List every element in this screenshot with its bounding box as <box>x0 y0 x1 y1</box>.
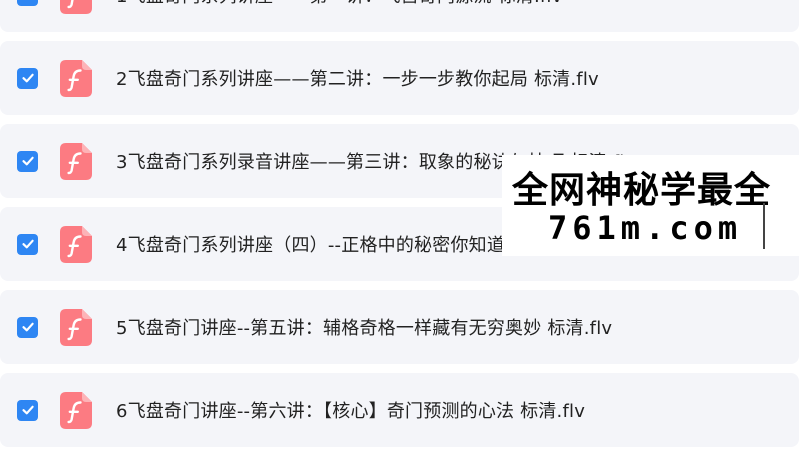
list-item[interactable]: 2飞盘奇门系列讲座——第二讲：一步一步教你起局 标清.flv <box>0 41 799 115</box>
checkbox[interactable] <box>17 233 38 255</box>
list-item[interactable]: 5飞盘奇门讲座--第五讲：辅格奇格一样藏有无穷奥妙 标清.flv <box>0 290 799 364</box>
checkmark-icon <box>21 0 35 2</box>
flash-file-icon <box>60 308 92 346</box>
list-item[interactable]: 6飞盘奇门讲座--第六讲：【核心】奇门预测的心法 标清.flv <box>0 373 799 447</box>
checkbox[interactable] <box>17 0 38 6</box>
flash-file-icon <box>60 0 92 14</box>
checkbox[interactable] <box>17 399 38 421</box>
checkmark-icon <box>21 239 34 249</box>
checkmark-icon <box>21 405 34 415</box>
flash-file-icon <box>60 59 92 97</box>
flash-file-icon <box>60 142 92 180</box>
flash-file-icon <box>60 225 92 263</box>
watermark-divider <box>763 203 765 249</box>
checkbox[interactable] <box>17 67 38 89</box>
flash-file-icon <box>60 391 92 429</box>
checkmark-icon <box>21 322 34 332</box>
checkmark-icon <box>21 156 34 166</box>
watermark-overlay: 全网神秘学最全 761m.com <box>502 155 801 256</box>
watermark-url: 761m.com <box>548 209 743 247</box>
checkmark-icon <box>21 73 34 83</box>
file-name[interactable]: 5飞盘奇门讲座--第五讲：辅格奇格一样藏有无穷奥妙 标清.flv <box>116 314 612 340</box>
list-item[interactable]: 1飞盘奇门系列讲座——第一讲：飞宫奇门源流 标清.flv <box>0 0 799 32</box>
file-name[interactable]: 1飞盘奇门系列讲座——第一讲：飞宫奇门源流 标清.flv <box>116 0 562 8</box>
file-name[interactable]: 2飞盘奇门系列讲座——第二讲：一步一步教你起局 标清.flv <box>116 65 599 91</box>
checkbox[interactable] <box>17 150 38 172</box>
file-name[interactable]: 6飞盘奇门讲座--第六讲：【核心】奇门预测的心法 标清.flv <box>116 397 585 423</box>
watermark-title: 全网神秘学最全 <box>512 170 772 211</box>
checkbox[interactable] <box>17 316 38 338</box>
